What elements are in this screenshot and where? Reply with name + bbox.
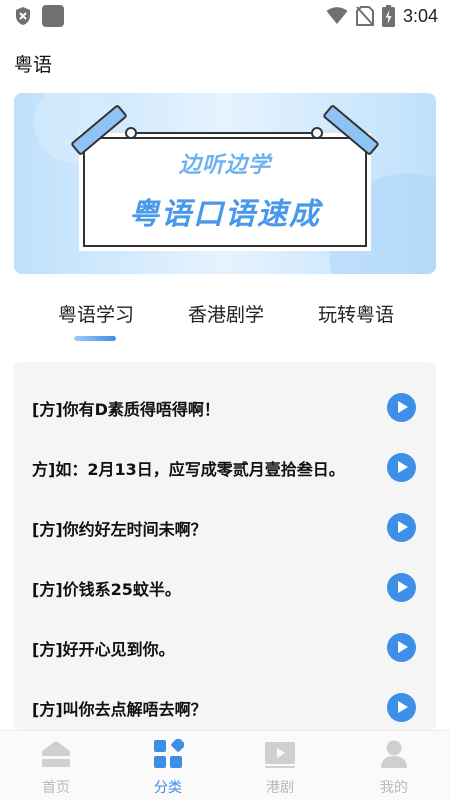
phrase-list: [方]你有D素质得唔得啊！ 方]如：2月13日，应写成零贰月壹拾叁日。 [方]你… xyxy=(14,362,436,730)
banner-artwork xyxy=(34,93,436,274)
list-item[interactable]: [方]你约好左时间未啊？ xyxy=(14,490,436,550)
phrase-text: [方]价钱系25蚊半。 xyxy=(32,580,181,599)
tab-cantonese-learning[interactable]: 粤语学习 xyxy=(58,300,134,327)
phrase-text: [方]好开心见到你。 xyxy=(32,640,175,659)
category-tabs: 粤语学习 香港剧学 玩转粤语 xyxy=(0,300,450,350)
nav-category[interactable]: 分类 xyxy=(128,737,208,797)
tab-play-cantonese[interactable]: 玩转粤语 xyxy=(318,300,394,327)
app-notification-icon xyxy=(42,5,64,27)
tab-hk-drama[interactable]: 香港剧学 xyxy=(188,300,264,327)
profile-icon xyxy=(381,740,407,768)
play-icon[interactable] xyxy=(387,513,416,542)
nav-home-label: 首页 xyxy=(42,780,70,796)
category-icon xyxy=(154,737,186,768)
nav-category-label: 分类 xyxy=(154,780,182,796)
video-icon xyxy=(265,742,295,768)
play-icon[interactable] xyxy=(387,693,416,722)
home-icon xyxy=(42,741,70,767)
list-item[interactable]: [方]你有D素质得唔得啊！ xyxy=(14,370,436,430)
banner-headline: 边听边学 xyxy=(178,153,271,178)
play-icon[interactable] xyxy=(387,393,416,422)
no-sim-icon xyxy=(355,6,374,26)
play-icon[interactable] xyxy=(387,453,416,482)
banner-title: 粤语口语速成 xyxy=(129,197,321,232)
play-icon[interactable] xyxy=(387,633,416,662)
list-item[interactable]: [方]叫你去点解唔去啊？ xyxy=(14,670,436,730)
bottom-nav: 首页 分类 港剧 我的 xyxy=(0,730,450,800)
phrase-text: 方]如：2月13日，应写成零贰月壹拾叁日。 xyxy=(32,460,345,479)
phrase-text: [方]你约好左时间未啊？ xyxy=(32,520,207,539)
status-bar: 3:04 xyxy=(0,0,450,32)
promo-banner[interactable]: 边听边学 粤语口语速成 xyxy=(14,93,436,274)
list-item[interactable]: [方]价钱系25蚊半。 xyxy=(14,550,436,610)
play-icon[interactable] xyxy=(387,573,416,602)
clock: 3:04 xyxy=(402,5,438,26)
phrase-text: [方]你有D素质得唔得啊！ xyxy=(32,400,220,419)
nav-hk-drama-label: 港剧 xyxy=(266,780,294,796)
nav-profile[interactable]: 我的 xyxy=(354,739,434,797)
battery-charging-icon xyxy=(381,5,395,27)
shield-icon xyxy=(16,7,30,25)
phrase-text: [方]叫你去点解唔去啊？ xyxy=(32,700,207,719)
nav-profile-label: 我的 xyxy=(380,780,408,796)
list-item[interactable]: [方]好开心见到你。 xyxy=(14,610,436,670)
page-title: 粤语 xyxy=(14,54,53,76)
active-tab-indicator xyxy=(74,336,116,341)
nav-hk-drama[interactable]: 港剧 xyxy=(240,739,320,797)
nav-home[interactable]: 首页 xyxy=(16,739,96,797)
wifi-icon xyxy=(326,7,348,24)
list-item[interactable]: 方]如：2月13日，应写成零贰月壹拾叁日。 xyxy=(14,430,436,490)
